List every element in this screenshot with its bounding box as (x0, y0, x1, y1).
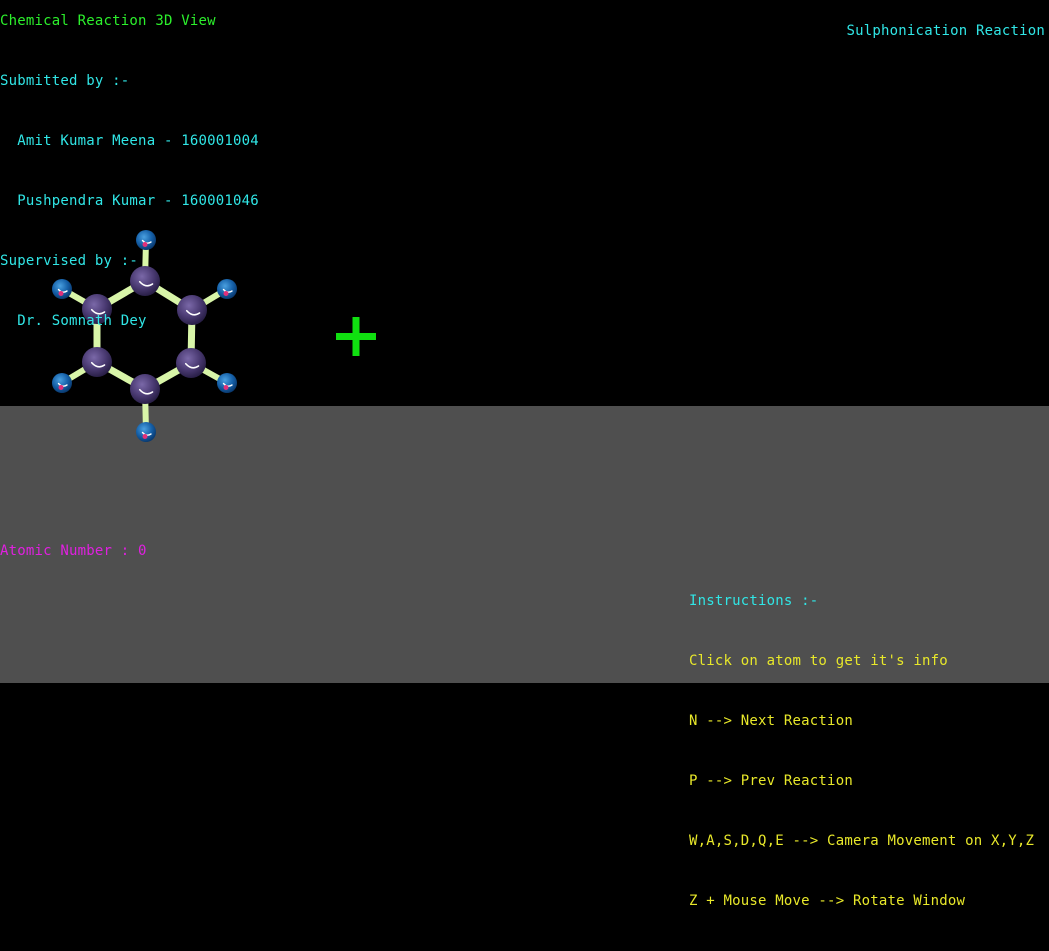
hydrogen-atom[interactable] (136, 422, 156, 442)
author-1: Amit Kumar Meena - 160001004 (0, 133, 259, 149)
instruction-line: Z + Mouse Move --> Rotate Window (689, 893, 966, 909)
plus-operator (336, 317, 376, 356)
carbon-atom[interactable] (130, 374, 160, 404)
author-2: Pushpendra Kumar - 160001046 (0, 193, 259, 209)
instructions-panel: Instructions :- Click on atom to get it'… (689, 551, 1034, 951)
hydrogen-atom[interactable] (52, 373, 72, 393)
credits-block: Submitted by :- Amit Kumar Meena - 16000… (0, 31, 259, 371)
hydrogen-atom[interactable] (217, 373, 237, 393)
atomic-number-readout: Atomic Number : 0 (0, 543, 147, 559)
instruction-line: N --> Next Reaction (689, 713, 853, 729)
supervised-by-label: Supervised by :- (0, 253, 139, 269)
instruction-line: W,A,S,D,Q,E --> Camera Movement on X,Y,Z (689, 833, 1035, 849)
instruction-line: Click on atom to get it's info (689, 653, 948, 669)
app-title: Chemical Reaction 3D View (0, 13, 216, 29)
3d-viewport[interactable]: Chemical Reaction 3D View Submitted by :… (0, 0, 1049, 909)
instruction-line: P --> Prev Reaction (689, 773, 853, 789)
submitted-by-label: Submitted by :- (0, 73, 130, 89)
supervisor-name: Dr. Somnath Dey (0, 313, 147, 329)
instructions-heading: Instructions :- (689, 593, 819, 609)
reaction-name: Sulphonication Reaction (846, 23, 1045, 39)
